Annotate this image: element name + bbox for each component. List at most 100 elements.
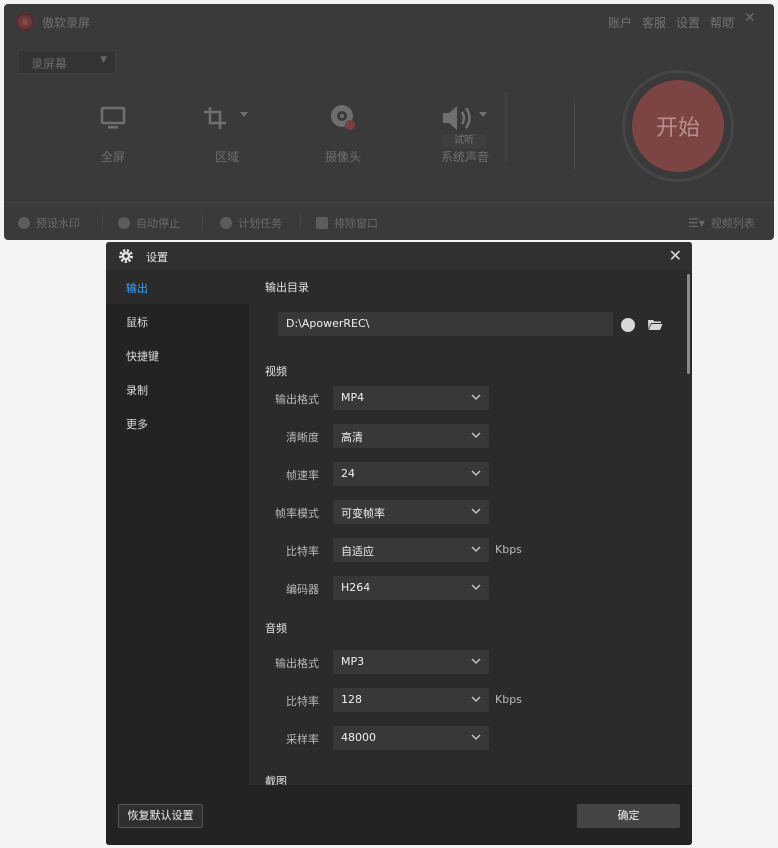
chevron-down-icon — [471, 696, 481, 702]
sidebar-item-hotkeys[interactable]: 快捷键 — [106, 338, 249, 372]
record-region-label: 区域 — [214, 150, 239, 164]
output-dir-input[interactable]: D:\ApowerREC\ — [278, 312, 613, 336]
main-close-button[interactable]: ✕ — [744, 10, 756, 26]
auto-stop-label: 自动停止 — [136, 217, 180, 230]
sidebar-item-output[interactable]: 输出 — [106, 270, 249, 304]
scheduled-task-button[interactable]: 计划任务 — [220, 215, 282, 231]
gear-icon — [119, 249, 133, 263]
caret-down-icon: ▼ — [100, 55, 107, 65]
audio-bitrate-value: 128 — [341, 693, 362, 706]
video-heading: 视频 — [265, 365, 287, 378]
volume-slider[interactable] — [504, 92, 508, 162]
start-record-button[interactable]: 开始 — [632, 80, 724, 172]
sidebar-item-mouse[interactable]: 鼠标 — [106, 304, 249, 338]
watermark-drop-icon — [18, 217, 30, 229]
audio-format-value: MP3 — [341, 655, 365, 668]
webcam-icon — [298, 100, 388, 136]
settings-sidebar: 输出 鼠标 快捷键 录制 更多 — [106, 270, 249, 785]
trial-listen-badge[interactable]: 试听 — [442, 134, 486, 148]
sample-rate-label: 采样率 — [286, 733, 319, 746]
divider — [102, 213, 103, 229]
audio-bitrate-select[interactable]: 128 — [333, 688, 489, 712]
video-bitrate-unit: Kbps — [495, 543, 522, 556]
audio-format-select[interactable]: MP3 — [333, 650, 489, 674]
recorder-main-window: 傲软录屏 账户 客服 设置 帮助 — ✕ 录屏幕 ▼ 全屏 区域 摄像头 系统声… — [4, 4, 774, 240]
video-quality-select[interactable]: 高清 — [333, 424, 489, 448]
main-menu: 账户 客服 设置 帮助 — [608, 14, 734, 31]
sidebar-item-more[interactable]: 更多 — [106, 406, 249, 440]
audio-format-label: 输出格式 — [275, 657, 319, 670]
settings-title: 设置 — [146, 251, 168, 264]
crop-icon — [182, 100, 272, 136]
clock-icon — [220, 217, 232, 229]
preset-watermark-button[interactable]: 预设水印 — [18, 215, 80, 231]
frame-rate-mode-select[interactable]: 可变帧率 — [333, 500, 489, 524]
chevron-down-icon — [471, 432, 481, 438]
chevron-down-icon — [471, 584, 481, 590]
settings-dialog: 设置 ✕ 输出 鼠标 快捷键 录制 更多 输出目录 D:\ApowerREC\ … — [106, 242, 692, 845]
settings-close-button[interactable]: ✕ — [669, 246, 682, 265]
chevron-down-icon — [471, 394, 481, 400]
record-system-audio-button[interactable]: 系统声音 — [420, 100, 510, 165]
video-bitrate-select[interactable]: 自适应 — [333, 538, 489, 562]
chevron-down-icon — [471, 734, 481, 740]
sample-rate-value: 48000 — [341, 731, 376, 744]
sidebar-item-record[interactable]: 录制 — [106, 372, 249, 406]
frame-rate-value: 24 — [341, 467, 355, 480]
video-list-button[interactable]: ☰▾ 视频列表 — [688, 215, 755, 231]
app-title: 傲软录屏 — [42, 16, 91, 30]
record-mode-value: 录屏幕 — [31, 57, 68, 71]
video-list-label: 视频列表 — [710, 217, 755, 230]
video-quality-value: 高清 — [341, 431, 363, 444]
main-titlebar: 傲软录屏 账户 客服 设置 帮助 — ✕ — [4, 4, 774, 38]
sample-rate-select[interactable]: 48000 — [333, 726, 489, 750]
screenshot-heading: 截图 — [265, 775, 287, 785]
video-format-select[interactable]: MP4 — [333, 386, 489, 410]
auto-stop-button[interactable]: 自动停止 — [118, 215, 180, 231]
monitor-icon — [68, 100, 158, 136]
chevron-down-icon — [471, 508, 481, 514]
alarm-clock-icon — [118, 217, 130, 229]
menu-account[interactable]: 账户 — [608, 14, 632, 31]
more-options-icon[interactable] — [621, 313, 635, 332]
ok-button[interactable]: 确定 — [577, 804, 680, 828]
frame-rate-mode-label: 帧率模式 — [275, 507, 319, 520]
record-fullscreen-label: 全屏 — [100, 150, 125, 164]
encoder-value: H264 — [341, 581, 371, 594]
record-mode-select[interactable]: 录屏幕 ▼ — [18, 50, 116, 74]
list-icon: ☰▾ — [688, 216, 705, 230]
app-logo-icon — [16, 13, 34, 31]
exclude-window-label: 排除窗口 — [334, 217, 378, 230]
scrollbar-thumb[interactable] — [687, 274, 690, 374]
menu-settings[interactable]: 设置 — [676, 14, 700, 31]
video-quality-label: 清晰度 — [286, 431, 319, 444]
chevron-down-icon — [471, 546, 481, 552]
minimize-button[interactable]: — — [722, 10, 736, 26]
encoder-select[interactable]: H264 — [333, 576, 489, 600]
record-fullscreen-button[interactable]: 全屏 — [68, 100, 158, 165]
encoder-label: 编码器 — [286, 583, 319, 596]
video-format-label: 输出格式 — [275, 393, 319, 406]
video-format-value: MP4 — [341, 391, 365, 404]
frame-rate-select[interactable]: 24 — [333, 462, 489, 486]
divider — [574, 100, 575, 170]
video-bitrate-label: 比特率 — [286, 545, 319, 558]
settings-scrollbar[interactable] — [684, 270, 692, 785]
exclude-window-button[interactable]: 排除窗口 — [316, 215, 378, 231]
folder-open-icon[interactable] — [647, 318, 663, 331]
settings-titlebar: 设置 ✕ — [106, 242, 692, 270]
restore-defaults-button[interactable]: 恢复默认设置 — [118, 804, 203, 828]
menu-support[interactable]: 客服 — [642, 14, 666, 31]
main-bottom-toolbar: 预设水印 自动停止 计划任务 排除窗口 ☰▾ 视频列表 — [4, 202, 774, 240]
audio-bitrate-unit: Kbps — [495, 693, 522, 706]
record-webcam-label: 摄像头 — [324, 150, 361, 164]
audio-bitrate-label: 比特率 — [286, 695, 319, 708]
speaker-icon — [420, 100, 510, 136]
frame-rate-label: 帧速率 — [286, 469, 319, 482]
record-webcam-button[interactable]: 摄像头 — [298, 100, 388, 165]
frame-rate-mode-value: 可变帧率 — [341, 507, 385, 520]
chevron-down-icon — [471, 470, 481, 476]
preset-watermark-label: 预设水印 — [36, 217, 80, 230]
divider — [300, 213, 301, 229]
record-region-button[interactable]: 区域 — [182, 100, 272, 165]
